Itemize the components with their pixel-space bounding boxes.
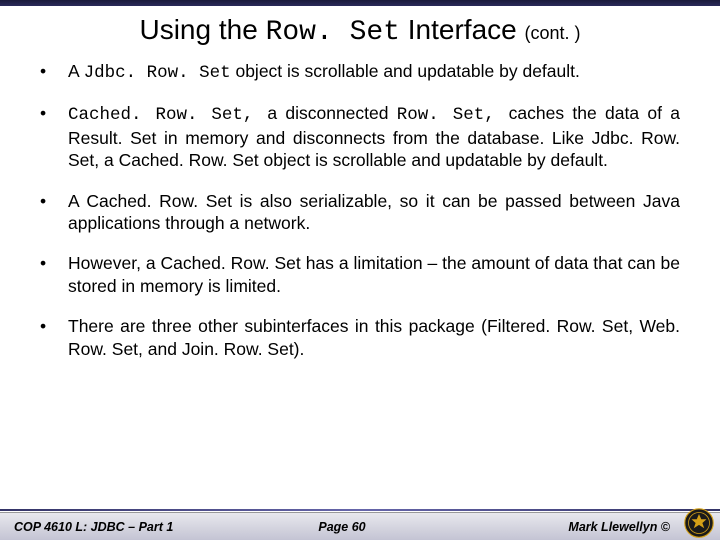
bullet-item: •A Jdbc. Row. Set object is scrollable a…	[40, 60, 680, 84]
bullet-text: A Cached. Row. Set is also serializable,…	[68, 190, 680, 235]
title-part2: Interface	[400, 14, 525, 45]
bullet-marker: •	[40, 190, 68, 235]
slide-body: •A Jdbc. Row. Set object is scrollable a…	[0, 60, 720, 360]
title-part1: Using the	[139, 14, 265, 45]
bullet-text: However, a Cached. Row. Set has a limita…	[68, 252, 680, 297]
code-span: Row. Set,	[397, 105, 509, 125]
bullet-marker: •	[40, 60, 68, 84]
bullet-item: •However, a Cached. Row. Set has a limit…	[40, 252, 680, 297]
code-span: Jdbc. Row. Set	[84, 63, 231, 83]
title-mono: Row. Set	[266, 17, 400, 48]
bullet-item: •Cached. Row. Set, a disconnected Row. S…	[40, 102, 680, 171]
bullet-marker: •	[40, 252, 68, 297]
footer-divider	[0, 509, 720, 511]
title-cont: (cont. )	[525, 23, 581, 43]
footer-bar: COP 4610 L: JDBC – Part 1 Page 60 Mark L…	[0, 512, 720, 540]
text-span: A	[68, 61, 84, 81]
bullet-list: •A Jdbc. Row. Set object is scrollable a…	[40, 60, 680, 360]
footer-author: Mark Llewellyn ©	[451, 520, 706, 534]
bullet-marker: •	[40, 102, 68, 171]
text-span: object is scrollable and updatable by de…	[231, 61, 580, 81]
bullet-item: •A Cached. Row. Set is also serializable…	[40, 190, 680, 235]
text-span: However, a Cached. Row. Set has a limita…	[68, 253, 680, 295]
bullet-text: A Jdbc. Row. Set object is scrollable an…	[68, 60, 680, 84]
bullet-text: Cached. Row. Set, a disconnected Row. Se…	[68, 102, 680, 171]
text-span: There are three other subinterfaces in t…	[68, 316, 680, 358]
text-span: A Cached. Row. Set is also serializable,…	[68, 191, 680, 233]
university-logo-icon	[684, 508, 714, 538]
code-span: Cached. Row. Set,	[68, 105, 267, 125]
bullet-item: •There are three other subinterfaces in …	[40, 315, 680, 360]
bullet-marker: •	[40, 315, 68, 360]
text-span: a disconnected	[267, 103, 396, 123]
footer-page: Page 60	[233, 520, 452, 534]
footer-container: COP 4610 L: JDBC – Part 1 Page 60 Mark L…	[0, 509, 720, 540]
slide-title: Using the Row. Set Interface (cont. )	[0, 6, 720, 60]
footer-course: COP 4610 L: JDBC – Part 1	[14, 520, 233, 534]
bullet-text: There are three other subinterfaces in t…	[68, 315, 680, 360]
